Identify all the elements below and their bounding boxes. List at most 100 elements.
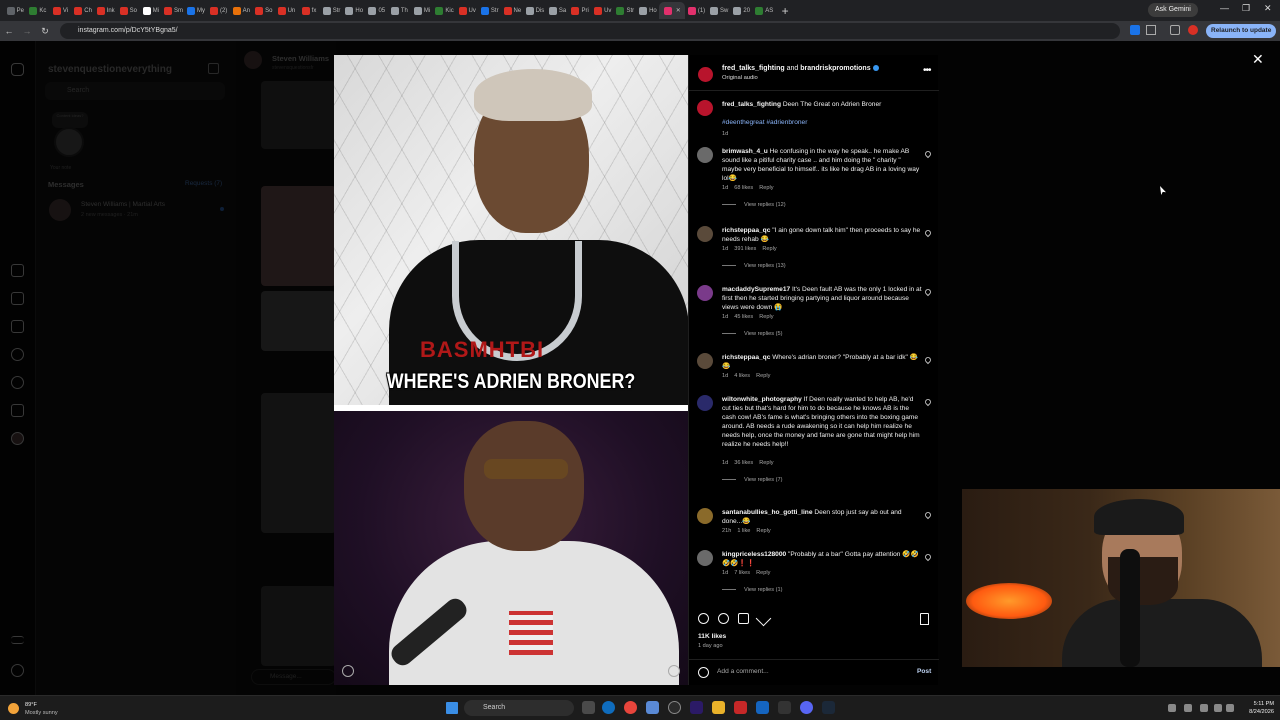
app-icon[interactable] (646, 701, 659, 714)
minimize-icon[interactable]: — (1220, 3, 1229, 13)
comment-username[interactable]: macdaddySupreme17 (722, 286, 790, 293)
chrome-icon[interactable] (624, 701, 637, 714)
likes-count[interactable]: 11K likes (698, 633, 726, 640)
caption-username[interactable]: fred_talks_fighting (722, 101, 781, 108)
taskbar-search[interactable]: Search (464, 700, 574, 716)
edge-icon[interactable] (602, 701, 615, 714)
browser-tab[interactable]: Mi (140, 2, 163, 19)
avatar[interactable] (697, 353, 713, 369)
comment-icon[interactable] (718, 613, 729, 624)
collab-username[interactable]: brandriskpromotions (800, 65, 870, 72)
close-icon[interactable]: ✕ (1252, 51, 1264, 68)
bookmark-star-icon[interactable] (1146, 25, 1156, 35)
reload-icon[interactable]: ↻ (36, 26, 54, 37)
browser-tab[interactable]: Str (478, 2, 501, 19)
comment-username[interactable]: wiltonwhite_photography (722, 396, 802, 403)
comment-like-heart-icon[interactable] (923, 228, 933, 238)
avatar[interactable] (697, 395, 713, 411)
reply-button[interactable]: Reply (759, 185, 773, 191)
emoji-icon[interactable] (698, 667, 709, 678)
start-windows-icon[interactable] (446, 702, 458, 714)
browser-tab[interactable]: Vi (49, 2, 72, 19)
app-icon[interactable] (668, 701, 681, 714)
app-icon[interactable] (778, 701, 791, 714)
file-explorer-icon[interactable] (712, 701, 725, 714)
mute-audio-icon[interactable] (668, 665, 680, 677)
maximize-icon[interactable]: ❐ (1242, 3, 1250, 14)
new-tab-icon[interactable]: + (782, 4, 789, 18)
browser-tab[interactable]: (2) (207, 2, 230, 19)
reply-button[interactable]: Reply (759, 314, 773, 320)
avatar[interactable] (697, 147, 713, 163)
comment-like-heart-icon[interactable] (923, 355, 933, 365)
comment-username[interactable]: kingpriceless128000 (722, 551, 786, 558)
browser-tab[interactable]: 20 (730, 2, 753, 19)
comment-likes[interactable]: 7 likes (734, 570, 750, 576)
browser-tab[interactable]: So (253, 2, 276, 19)
comment-like-heart-icon[interactable] (923, 552, 933, 562)
forward-icon[interactable]: → (18, 26, 36, 36)
browser-tab[interactable]: My (185, 2, 208, 19)
browser-tab[interactable]: Ne (501, 2, 524, 19)
browser-tab[interactable]: Th (388, 2, 411, 19)
tray-chevron-icon[interactable] (1168, 704, 1176, 712)
browser-tab[interactable]: Sw (708, 2, 731, 19)
like-heart-icon[interactable] (698, 613, 709, 624)
browser-tab[interactable]: Kc (27, 2, 50, 19)
translate-icon[interactable] (1130, 25, 1140, 35)
tray-app-icon[interactable] (1184, 704, 1192, 712)
view-replies-button[interactable]: View replies (13) (722, 263, 786, 269)
post-media[interactable]: BASMHTBI WHERE'S ADRIEN BRONER? (334, 55, 688, 685)
comment-username[interactable]: brimwash_4_u (722, 148, 768, 155)
avatar[interactable] (698, 67, 713, 82)
browser-tab[interactable]: Pe (4, 2, 27, 19)
browser-tab[interactable]: Str (320, 2, 343, 19)
browser-tab[interactable]: Dis (524, 2, 547, 19)
browser-tab[interactable]: Str (614, 2, 637, 19)
premiere-icon[interactable] (690, 701, 703, 714)
comment-likes[interactable]: 36 likes (734, 460, 753, 466)
browser-tab[interactable]: Ho (343, 2, 366, 19)
discord-icon[interactable] (800, 701, 813, 714)
view-replies-button[interactable]: View replies (12) (722, 202, 786, 208)
avatar[interactable] (697, 226, 713, 242)
comment-likes[interactable]: 391 likes (734, 246, 756, 252)
avatar[interactable] (697, 285, 713, 301)
browser-tab[interactable]: Un (275, 2, 298, 19)
tray-app-icon[interactable] (1200, 704, 1208, 712)
tab-close-icon[interactable]: ✕ (676, 7, 681, 14)
browser-tab[interactable]: Sm (162, 2, 185, 19)
comment-username[interactable]: santanabullies_ho_gotti_line (722, 509, 813, 516)
audio-label[interactable]: Original audio (722, 75, 758, 81)
comments-list[interactable]: fred_talks_fighting Deen The Great on Ad… (689, 91, 939, 601)
browser-tab[interactable]: fx (298, 2, 321, 19)
browser-tab[interactable]: Pri (569, 2, 592, 19)
relaunch-to-update-button[interactable]: Relaunch to update (1206, 24, 1277, 38)
reply-button[interactable]: Reply (762, 246, 776, 252)
volume-icon[interactable] (1226, 704, 1234, 712)
post-comment-button[interactable]: Post (917, 668, 931, 675)
ask-gemini-button[interactable]: Ask Gemini (1148, 3, 1198, 17)
browser-tab[interactable]: (1) (685, 2, 708, 19)
comment-like-heart-icon[interactable] (923, 287, 933, 297)
window-close-icon[interactable]: ✕ (1264, 3, 1272, 14)
url-field[interactable]: instagram.com/p/DcY5tYBgna5/ (60, 23, 1120, 39)
app-icon[interactable] (734, 701, 747, 714)
browser-tab[interactable]: An (230, 2, 253, 19)
avatar[interactable] (697, 100, 713, 116)
back-icon[interactable]: ← (0, 26, 18, 36)
comment-like-heart-icon[interactable] (923, 149, 933, 159)
browser-tab[interactable]: Ch (72, 2, 95, 19)
browser-tab[interactable]: Uv (456, 2, 479, 19)
wifi-icon[interactable] (1214, 704, 1222, 712)
avatar[interactable] (697, 508, 713, 524)
browser-tab[interactable]: So (117, 2, 140, 19)
task-view-icon[interactable] (582, 701, 595, 714)
clock[interactable]: 5:11 PM 8/24/2026 (1240, 700, 1274, 716)
comment-username[interactable]: richsteppaa_qc (722, 227, 770, 234)
browser-tab[interactable]: ✕ (659, 2, 686, 19)
browser-tab[interactable]: Uv (591, 2, 614, 19)
extensions-icon[interactable] (1170, 25, 1180, 35)
browser-tab[interactable]: Kic (433, 2, 456, 19)
comment-likes[interactable]: 1 like (737, 528, 750, 534)
